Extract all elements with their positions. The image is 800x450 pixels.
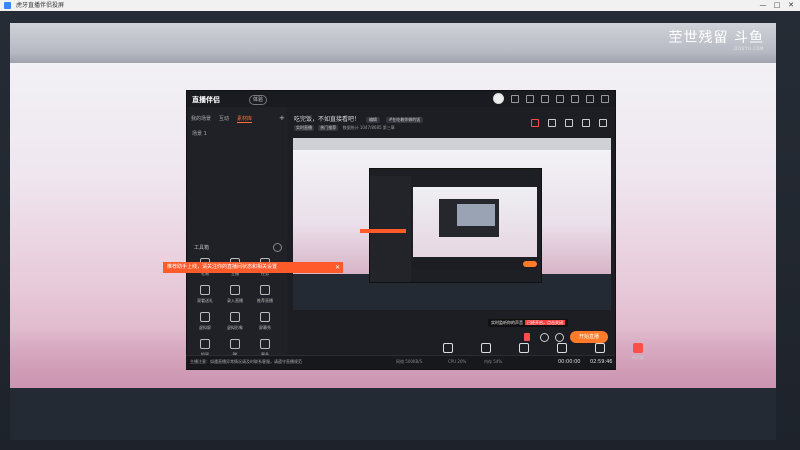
tooltip-highlight: 已经开启，点击关闭: [525, 320, 565, 325]
more-icon: [260, 339, 270, 349]
nested-toolbar: [413, 261, 537, 269]
start-live-button[interactable]: 开始直播: [570, 331, 608, 343]
bell-icon[interactable]: [582, 119, 590, 127]
version-badge[interactable]: 体验: [249, 95, 268, 105]
scene-item[interactable]: 场景 1: [192, 130, 207, 137]
category-tag[interactable]: #在吃着你做的饭: [385, 117, 424, 123]
speaker-tooltip: 实时监听你的声音 已经开启，点击关闭: [488, 319, 568, 327]
live-tag[interactable]: 实时直播: [294, 125, 314, 131]
tools-settings-icon[interactable]: [273, 243, 282, 252]
alert-icon[interactable]: [524, 333, 530, 341]
nested-inner-preview: [457, 204, 495, 226]
app-topbar: 直播伴侣 体验: [187, 91, 615, 107]
tab-assets[interactable]: 素材库: [237, 115, 253, 123]
room-stats: 数据统计 1047/8685 第三章: [342, 125, 395, 130]
toast-close-icon[interactable]: ✕: [335, 262, 340, 273]
lock-icon[interactable]: [548, 119, 556, 127]
tooltip-text: 实时监听你的声音: [491, 320, 523, 325]
recommend-icon: [260, 285, 270, 295]
memory-stat: 内存 54%: [484, 359, 503, 364]
live-preview[interactable]: [293, 138, 611, 310]
preview-ceiling: [293, 138, 611, 150]
window-title: 虎牙直播伴侣投屏: [16, 2, 65, 9]
tab-interaction[interactable]: 互动: [219, 115, 229, 123]
nested-app-capture: [360, 168, 542, 283]
share-icon[interactable]: [599, 119, 607, 127]
notice-text: 主播注意：如遇直播异常情况请及时联系客服，请遵守直播规范: [190, 359, 302, 364]
minimize-icon[interactable]: [571, 95, 579, 103]
clock-timer: 02:59:46: [590, 359, 613, 365]
tool-record[interactable]: 录入直播: [221, 285, 249, 309]
menu-icon[interactable]: [556, 95, 564, 103]
tool-virtual-screen[interactable]: 虚拟屏: [191, 312, 219, 336]
tools-title: 工具箱: [194, 245, 210, 251]
tool-recommend[interactable]: 推荐直播: [251, 285, 279, 309]
settings-gear-icon[interactable]: [555, 333, 564, 342]
cast-icon: [200, 339, 210, 349]
add-scene-icon[interactable]: +: [279, 114, 285, 122]
streaming-app-window: 直播伴侣 体验 我的场景 互动 素材库 + 场景 1 工具箱 礼物 主播 任务 …: [186, 90, 644, 370]
media-icon: [557, 343, 567, 353]
brand-domain: DOUYU.COM: [734, 46, 764, 51]
eye-icon[interactable]: [540, 333, 549, 342]
monitor-icon: [443, 343, 453, 353]
layout-icon[interactable]: [565, 119, 573, 127]
avatar[interactable]: [493, 93, 504, 104]
maximize-icon[interactable]: [586, 95, 594, 103]
camera-icon: [481, 343, 491, 353]
phone-icon: [519, 343, 529, 353]
screen-icon: [200, 312, 210, 322]
record-icon[interactable]: [531, 119, 539, 127]
network-stat: 网络 500KB/S: [396, 359, 423, 364]
bottom-band: [10, 388, 776, 440]
app-icon: [4, 2, 11, 9]
status-bar: 主播注意：如遇直播异常情况请及时联系客服，请遵守直播规范 网络 500KB/S …: [186, 355, 614, 369]
minimize-button[interactable]: —: [756, 0, 770, 11]
nested-inner-app: [439, 199, 499, 237]
nested-start-button: [523, 261, 537, 267]
tool-avatar[interactable]: 虚拟形象: [221, 312, 249, 336]
room-meta-row: 实时直播 热门推荐 数据统计 1047/8685 第三章: [294, 125, 395, 131]
tool-screen-show[interactable]: 屏幕秀: [251, 312, 279, 336]
hot-tag[interactable]: 热门推荐: [318, 125, 339, 131]
speaker-icon: [633, 343, 643, 353]
edit-title-button[interactable]: 编辑: [365, 117, 380, 123]
watch-icon: [200, 285, 210, 295]
nested-toast: [360, 229, 406, 233]
tab-my-scenes[interactable]: 我的场景: [191, 115, 211, 123]
message-icon[interactable]: [511, 95, 519, 103]
nested-preview: [413, 187, 537, 257]
tool-watch-gift[interactable]: 观看送礼: [191, 285, 219, 309]
close-button[interactable]: ✕: [784, 0, 798, 11]
room-title-row: 吃完饭，不如直接看吧！ 编辑 #在吃着你做的饭: [294, 114, 424, 123]
cpu-stat: CPU 20%: [448, 359, 467, 364]
pk-icon: [230, 339, 240, 349]
room-title[interactable]: 吃完饭，不如直接看吧！: [294, 116, 360, 123]
settings-icon[interactable]: [541, 95, 549, 103]
toolbar-speaker[interactable]: 扬声器: [627, 343, 649, 361]
avatar-icon: [230, 312, 240, 322]
microphone-icon: [595, 343, 605, 353]
download-icon: [230, 285, 240, 295]
brand-watermark: 茔世残留 斗鱼: [668, 30, 764, 46]
notification-toast[interactable]: 推荐助手上线，请关注你的直播间状态和相关设置 ✕: [163, 262, 343, 273]
left-panel: 我的场景 互动 素材库 + 场景 1 工具箱 礼物 主播 任务 观看送礼 录入直…: [187, 107, 288, 369]
live-timer: 00:00:00: [558, 359, 581, 365]
maximize-button[interactable]: □: [770, 0, 784, 11]
app-logo: 直播伴侣: [192, 96, 220, 104]
skin-icon[interactable]: [526, 95, 534, 103]
toast-text: 推荐助手上线，请关注你的直播间状态和相关设置: [167, 264, 278, 270]
main-area: 吃完饭，不如直接看吧！ 编辑 #在吃着你做的饭 实时直播 热门推荐 数据统计 1…: [287, 107, 644, 369]
show-icon: [260, 312, 270, 322]
close-icon[interactable]: [601, 95, 609, 103]
